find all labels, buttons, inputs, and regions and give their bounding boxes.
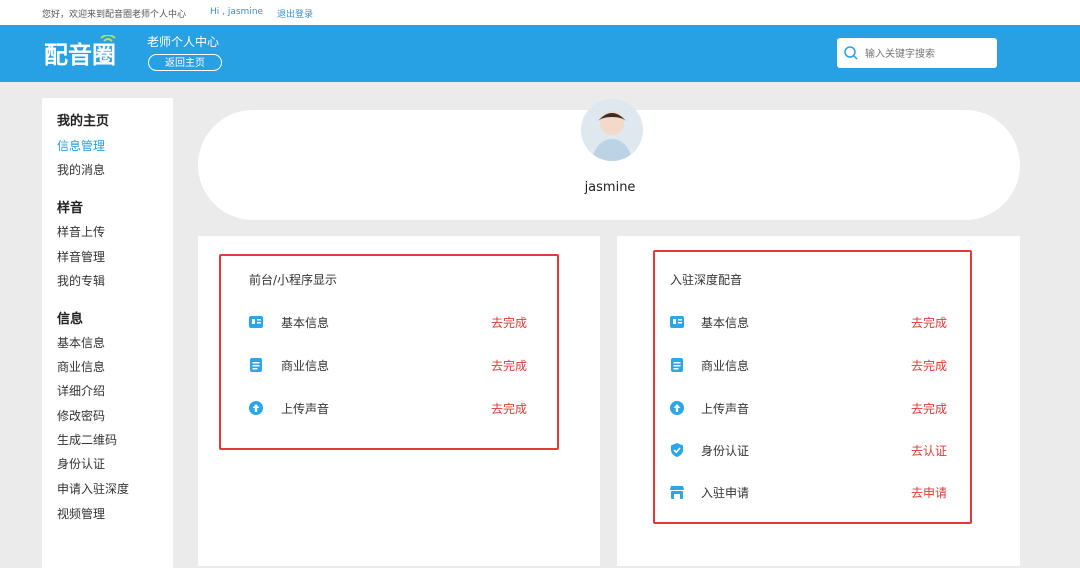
- card-left-row-action[interactable]: 去完成: [491, 357, 527, 374]
- sidebar-item-my-messages[interactable]: 我的消息: [57, 161, 105, 178]
- search-icon: [844, 46, 858, 60]
- sidebar-item-identity-verification[interactable]: 身份认证: [57, 455, 105, 472]
- card-left-row-label: 基本信息: [281, 316, 330, 330]
- upload-icon: [670, 401, 684, 415]
- card-right-row-label: 上传声音: [701, 402, 750, 416]
- card-right-row-action[interactable]: 去完成: [911, 357, 947, 374]
- avatar-photo: [581, 99, 643, 161]
- sidebar-item-sample-upload[interactable]: 样音上传: [57, 223, 105, 240]
- card-right-row-label: 基本信息: [701, 316, 750, 330]
- sidebar-group-samples: 样音: [57, 201, 84, 216]
- card-right-row-action[interactable]: 去完成: [911, 400, 947, 417]
- card-left-row-label: 上传声音: [281, 402, 330, 416]
- card-left-row-action[interactable]: 去完成: [491, 314, 527, 331]
- highlight-box-right: [653, 250, 972, 524]
- card-right-row-label: 商业信息: [701, 359, 750, 373]
- search-input[interactable]: [863, 44, 995, 64]
- card-right-row-action[interactable]: 去认证: [911, 442, 947, 459]
- avatar[interactable]: [581, 99, 643, 161]
- sidebar-item-change-password[interactable]: 修改密码: [57, 407, 105, 424]
- sidebar-item-video-management[interactable]: 视频管理: [57, 505, 105, 522]
- top-utility-bar: 您好，欢迎来到配音圈老师个人中心 Hi , jasmine 退出登录: [0, 0, 1080, 25]
- sidebar-item-my-albums[interactable]: 我的专辑: [57, 272, 105, 289]
- sidebar-group-home: 我的主页: [57, 114, 110, 129]
- page-title: 老师个人中心: [147, 35, 220, 49]
- user-greeting-link[interactable]: Hi , jasmine: [210, 7, 263, 17]
- card-right-row-action[interactable]: 去完成: [911, 314, 947, 331]
- logout-link[interactable]: 退出登录: [277, 7, 313, 20]
- search-box[interactable]: [837, 38, 997, 68]
- id-card-icon: [670, 316, 684, 328]
- site-header: 配音圈 老师个人中心 返回主页: [0, 25, 1080, 82]
- sidebar-item-sample-management[interactable]: 样音管理: [57, 248, 105, 265]
- card-right-row-label: 入驻申请: [701, 486, 750, 500]
- sidebar-item-detailed-intro[interactable]: 详细介绍: [57, 382, 105, 399]
- svg-text:配音圈: 配音圈: [44, 41, 116, 69]
- card-right-row-label: 身份认证: [701, 444, 750, 458]
- document-icon: [250, 358, 262, 372]
- id-card-icon: [249, 316, 263, 328]
- card-left-row-action[interactable]: 去完成: [491, 400, 527, 417]
- document-icon: [671, 358, 683, 372]
- card-right-title: 入驻深度配音: [670, 273, 743, 287]
- site-logo[interactable]: 配音圈: [44, 35, 132, 71]
- greeting-text: 您好，欢迎来到配音圈老师个人中心: [42, 10, 187, 20]
- sidebar-item-basic-info[interactable]: 基本信息: [57, 334, 105, 351]
- sidebar-item-generate-qrcode[interactable]: 生成二维码: [57, 431, 117, 448]
- store-icon: [670, 486, 684, 499]
- card-left-title: 前台/小程序显示: [249, 273, 338, 287]
- card-left-row-label: 商业信息: [281, 359, 330, 373]
- sidebar-group-info: 信息: [57, 312, 84, 327]
- card-right-row-action[interactable]: 去申请: [911, 484, 947, 501]
- sidebar: 我的主页 信息管理 我的消息 样音 样音上传 样音管理 我的专辑 信息 基本信息…: [42, 98, 173, 568]
- upload-icon: [249, 401, 263, 415]
- sidebar-item-apply-settle[interactable]: 申请入驻深度: [57, 480, 129, 497]
- sidebar-item-info-management[interactable]: 信息管理: [57, 137, 105, 154]
- back-home-button[interactable]: 返回主页: [148, 54, 222, 71]
- shield-check-icon: [671, 443, 683, 457]
- sidebar-item-business-info[interactable]: 商业信息: [57, 358, 105, 375]
- username: jasmine: [584, 180, 636, 195]
